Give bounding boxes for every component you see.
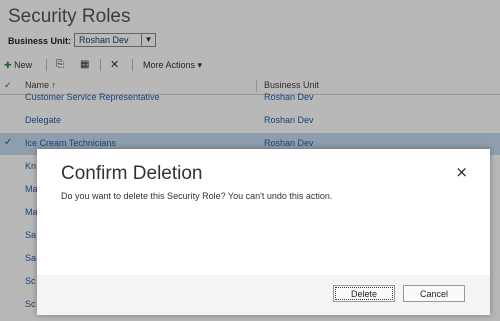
delete-button[interactable]: Delete bbox=[333, 285, 395, 302]
dialog-message: Do you want to delete this Security Role… bbox=[61, 191, 333, 201]
dialog-footer: Delete Cancel bbox=[37, 275, 490, 315]
close-icon[interactable]: × bbox=[455, 163, 468, 181]
confirm-deletion-dialog: Confirm Deletion × Do you want to delete… bbox=[37, 149, 490, 315]
dialog-title: Confirm Deletion bbox=[61, 163, 203, 184]
cancel-button[interactable]: Cancel bbox=[403, 285, 465, 302]
